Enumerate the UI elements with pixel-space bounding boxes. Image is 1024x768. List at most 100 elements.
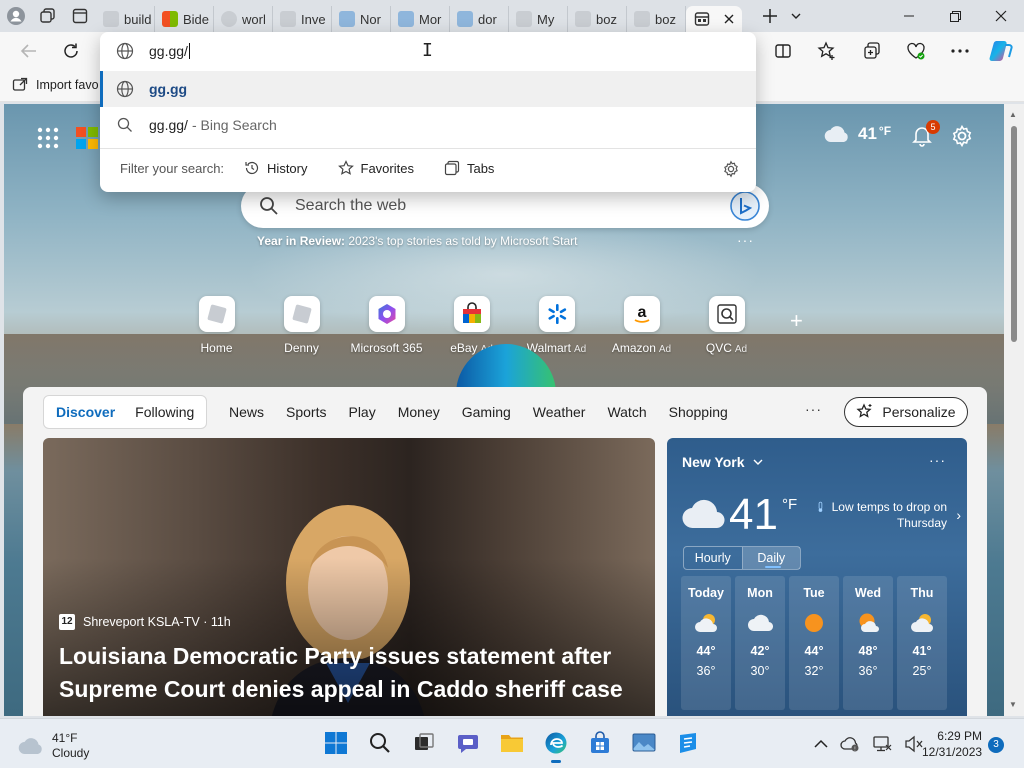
maximize-button[interactable]	[932, 0, 978, 32]
nav-play[interactable]: Play	[348, 404, 375, 420]
browser-tab[interactable]: build	[96, 6, 155, 32]
search-settings-gear-icon[interactable]	[722, 160, 740, 178]
settings-more-button[interactable]	[945, 36, 975, 66]
forecast-day[interactable]: Wed 48° 36°	[843, 576, 893, 710]
split-screen-button[interactable]	[768, 36, 798, 66]
nav-more-button[interactable]: ···	[805, 401, 822, 417]
new-tab-page-icon	[694, 12, 710, 26]
browser-essentials-button[interactable]	[901, 36, 931, 66]
filter-favorites[interactable]: Favorites	[337, 160, 414, 176]
file-explorer-button[interactable]	[498, 729, 526, 757]
nav-watch[interactable]: Watch	[607, 404, 646, 420]
collections-button[interactable]	[857, 36, 887, 66]
import-icon	[12, 77, 28, 91]
article-source[interactable]: 12 Shreveport KSLA-TV · 11h	[59, 614, 231, 630]
back-button[interactable]	[14, 36, 44, 66]
app-launcher-icon[interactable]	[37, 127, 59, 149]
photos-app-button[interactable]	[630, 729, 658, 757]
nav-gaming[interactable]: Gaming	[462, 404, 511, 420]
tab-daily[interactable]: Daily	[741, 547, 800, 569]
edge-taskbar-button[interactable]	[542, 729, 570, 763]
browser-tab[interactable]: Inve	[273, 6, 332, 32]
filter-history[interactable]: History	[244, 160, 308, 176]
workspaces-button[interactable]	[32, 0, 64, 32]
quick-link-walmart[interactable]: Walmart Ad	[514, 296, 599, 355]
filter-tabs[interactable]: Tabs	[444, 160, 494, 176]
favorites-button[interactable]	[812, 36, 842, 66]
quick-link-amazon[interactable]: a Amazon Ad	[599, 296, 684, 355]
hero-article-card[interactable]: 12 Shreveport KSLA-TV · 11h Louisiana De…	[43, 438, 655, 716]
browser-tab[interactable]: boz	[568, 6, 627, 32]
copilot-button[interactable]	[986, 36, 1016, 66]
import-favorites-button[interactable]: Import favo	[12, 77, 99, 93]
browser-tab[interactable]: My	[509, 6, 568, 32]
forecast-day[interactable]: Thu 41° 25°	[897, 576, 947, 710]
tab-list-button[interactable]	[786, 0, 806, 32]
forecast-day[interactable]: Tue 44° 32°	[789, 576, 839, 710]
quick-link-label: Denny	[284, 341, 319, 355]
scroll-down-arrow-icon[interactable]: ▼	[1009, 700, 1017, 709]
browser-tab[interactable]: Nor	[332, 6, 391, 32]
close-tab-icon[interactable]	[724, 14, 734, 24]
nav-money[interactable]: Money	[398, 404, 440, 420]
volume-muted-icon[interactable]	[904, 735, 924, 753]
browser-tab[interactable]: boz	[627, 6, 686, 32]
quick-link-denny[interactable]: Denny	[259, 296, 344, 355]
tab-actions-button[interactable]	[64, 0, 96, 32]
browser-tab[interactable]: Mor	[391, 6, 450, 32]
chevron-up-icon[interactable]	[814, 739, 828, 749]
taskbar-weather-widget[interactable]: 41°F Cloudy	[18, 731, 89, 761]
browser-tab[interactable]: worl	[214, 6, 273, 32]
forecast-day[interactable]: Today 44° 36°	[681, 576, 731, 710]
weather-alert[interactable]: Low temps to drop on Thursday ›	[817, 499, 961, 531]
add-quick-link-button[interactable]: +	[790, 308, 803, 334]
weather-location[interactable]: New York	[682, 454, 763, 470]
nav-sports[interactable]: Sports	[286, 404, 326, 420]
personalize-button[interactable]: Personalize	[844, 397, 968, 427]
forecast-day[interactable]: Mon 42° 30°	[735, 576, 785, 710]
dropdown-divider	[100, 148, 756, 149]
address-input[interactable]: gg.gg/	[149, 43, 188, 59]
quick-link-home[interactable]: Home	[174, 296, 259, 355]
year-in-review-more[interactable]: ···	[737, 232, 754, 248]
notification-center-badge[interactable]: 3	[988, 737, 1004, 753]
new-tab-button[interactable]	[754, 0, 786, 32]
notifications-button[interactable]: 5	[910, 120, 940, 150]
quick-link-microsoft-365[interactable]: Microsoft 365	[344, 296, 429, 355]
tab-hourly[interactable]: Hourly	[684, 547, 742, 569]
page-settings-gear-icon[interactable]	[950, 124, 974, 148]
tab-following[interactable]: Following	[127, 404, 202, 420]
taskbar-clock[interactable]: 6:29 PM 12/31/2023	[922, 728, 982, 760]
microsoft-store-button[interactable]	[586, 729, 614, 757]
year-in-review-link[interactable]: Year in Review: 2023's top stories as to…	[257, 234, 577, 248]
display-network-icon[interactable]	[872, 735, 892, 753]
close-window-button[interactable]	[978, 0, 1024, 32]
browser-tab[interactable]: Bide	[155, 6, 214, 32]
start-button[interactable]	[322, 729, 350, 757]
nav-shopping[interactable]: Shopping	[669, 404, 728, 420]
tab-discover[interactable]: Discover	[44, 404, 127, 420]
page-scrollbar[interactable]: ▲ ▼	[1004, 104, 1024, 716]
nav-weather[interactable]: Weather	[533, 404, 586, 420]
nav-news[interactable]: News	[229, 404, 264, 420]
quick-link-qvc[interactable]: QVC Ad	[684, 296, 769, 355]
article-headline[interactable]: Louisiana Democratic Party issues statem…	[59, 640, 639, 706]
teams-chat-button[interactable]	[454, 729, 482, 757]
scroll-up-arrow-icon[interactable]: ▲	[1009, 110, 1017, 119]
news-app-button[interactable]	[674, 729, 702, 757]
weather-card[interactable]: New York ··· 41 °F Low temps to drop on …	[667, 438, 967, 716]
active-tab[interactable]	[686, 6, 742, 32]
cloud-sync-icon[interactable]: !	[840, 735, 860, 753]
profile-button[interactable]	[0, 0, 32, 32]
refresh-button[interactable]	[56, 36, 86, 66]
bing-chat-icon[interactable]	[729, 190, 761, 222]
taskbar-search-button[interactable]	[366, 729, 394, 757]
browser-tab[interactable]: dor	[450, 6, 509, 32]
scrollbar-thumb[interactable]	[1011, 126, 1017, 342]
weather-more-button[interactable]: ···	[929, 452, 946, 468]
task-view-button[interactable]	[410, 729, 438, 757]
suggestion-site[interactable]: gg.gg	[100, 71, 756, 107]
header-weather[interactable]: 41 °F	[824, 124, 891, 144]
minimize-button[interactable]	[886, 0, 932, 32]
suggestion-bing-search[interactable]: gg.gg/ - Bing Search	[100, 107, 756, 143]
